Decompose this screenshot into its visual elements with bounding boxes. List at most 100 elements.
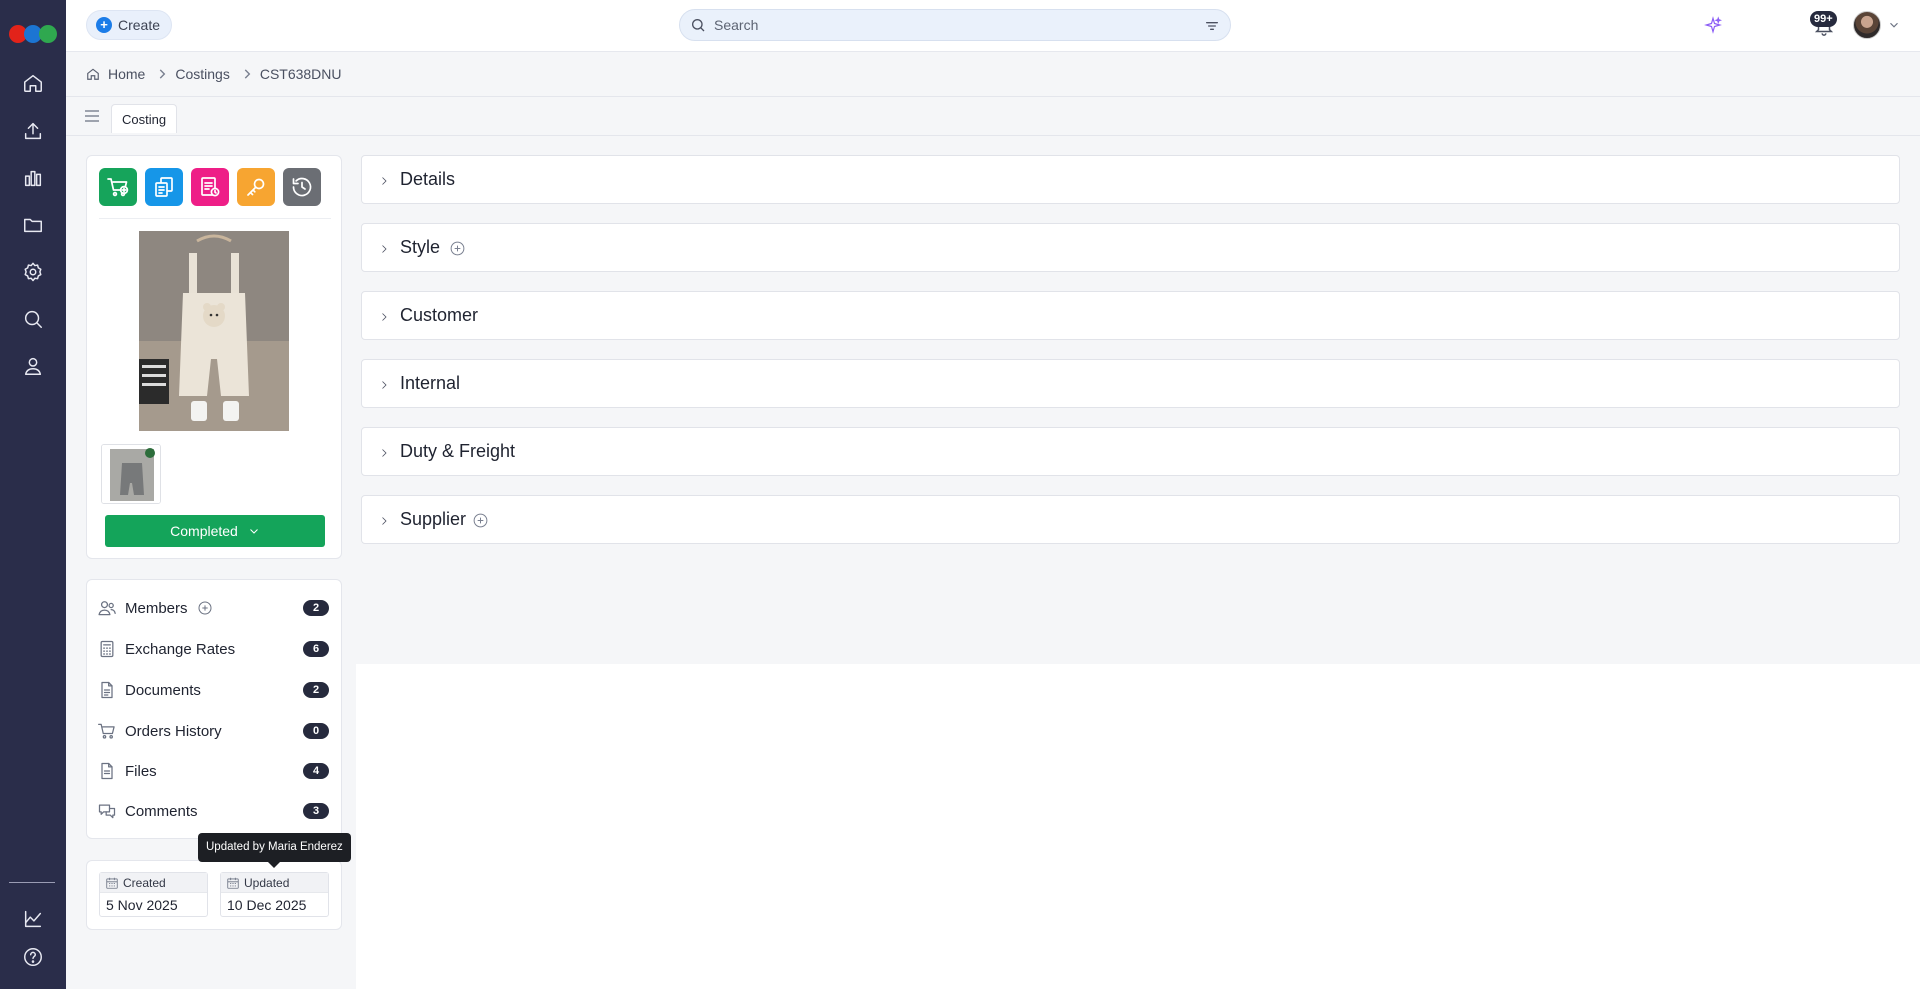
section-label: Supplier <box>400 509 467 529</box>
upload-icon[interactable] <box>18 116 48 146</box>
tab-costing[interactable]: Costing <box>111 104 178 133</box>
chevron-right-icon <box>378 514 390 526</box>
calendar-icon <box>227 877 239 889</box>
nav-documents[interactable]: Documents 2 <box>87 670 341 710</box>
search-icon[interactable] <box>18 304 48 334</box>
comments-icon <box>97 801 117 821</box>
nav-label: Orders History <box>125 722 222 740</box>
divider <box>99 218 331 219</box>
count-badge: 0 <box>303 723 329 739</box>
left-rail <box>0 0 66 989</box>
chevron-right-icon <box>378 310 390 322</box>
nav-orders-history[interactable]: Orders History 0 <box>87 711 341 751</box>
create-button[interactable]: + Create <box>86 10 173 40</box>
top-bar: + Create 99+ <box>66 0 1920 52</box>
section-label: Customer <box>400 305 479 325</box>
section-label: Style <box>400 237 441 257</box>
updated-value: 10 Dec 2025 <box>227 897 307 913</box>
section-customer[interactable]: Customer <box>361 291 1900 340</box>
add-style-icon[interactable] <box>449 240 466 257</box>
chevron-right-icon <box>378 174 390 186</box>
chevron-down-icon <box>249 529 258 534</box>
home-icon[interactable] <box>86 67 100 81</box>
count-badge: 6 <box>303 641 329 657</box>
report-icon[interactable] <box>191 168 229 206</box>
status-dropdown[interactable]: Completed <box>105 515 325 547</box>
gear-icon[interactable] <box>18 257 48 287</box>
count-badge: 2 <box>303 682 329 698</box>
bar-chart-icon[interactable] <box>18 163 48 193</box>
section-duty-freight[interactable]: Duty & Freight <box>361 427 1900 476</box>
nav-label: Documents <box>125 681 201 699</box>
chevron-down-icon[interactable] <box>1887 18 1901 32</box>
help-icon[interactable] <box>18 942 48 972</box>
ai-sparkle-icon[interactable] <box>1704 16 1722 34</box>
add-supplier-icon[interactable] <box>472 512 489 529</box>
section-style[interactable]: Style <box>361 223 1900 272</box>
status-label: Completed <box>170 523 238 539</box>
user-icon[interactable] <box>18 351 48 381</box>
cart-icon <box>97 721 117 741</box>
users-icon <box>97 598 117 618</box>
item-summary-card: Completed <box>86 155 342 559</box>
nav-files[interactable]: Files 4 <box>87 751 341 791</box>
chevron-right-icon <box>378 378 390 390</box>
breadcrumb-current: CST638DNU <box>259 66 342 82</box>
photo-thumbnail[interactable] <box>101 444 161 504</box>
tab-bar: Costing <box>66 97 1920 136</box>
nav-label: Exchange Rates <box>125 640 236 658</box>
created-date: Created 5 Nov 2025 <box>99 872 208 917</box>
filter-icon[interactable] <box>1204 18 1220 34</box>
analytics-icon[interactable] <box>18 904 48 934</box>
create-label: Create <box>118 17 161 33</box>
file-icon <box>97 761 117 781</box>
section-internal[interactable]: Internal <box>361 359 1900 408</box>
copy-documents-icon[interactable] <box>145 168 183 206</box>
content-area <box>356 664 1920 989</box>
search-icon <box>692 19 705 32</box>
product-photo[interactable] <box>139 231 289 431</box>
dates-card: Created 5 Nov 2025 Updated 10 Dec 2025 <box>86 860 342 930</box>
nav-label: Comments <box>125 802 198 820</box>
calculator-icon <box>97 639 117 659</box>
chevron-right-icon <box>378 446 390 458</box>
home-icon[interactable] <box>18 68 48 98</box>
cart-add-icon[interactable] <box>99 168 137 206</box>
history-icon[interactable] <box>283 168 321 206</box>
add-member-icon[interactable] <box>197 600 213 616</box>
section-details[interactable]: Details <box>361 155 1900 204</box>
calendar-icon <box>106 877 118 889</box>
hamburger-menu-icon[interactable] <box>84 109 100 123</box>
updated-by-tooltip: Updated by Maria Enderez <box>198 833 351 868</box>
chevron-right-icon <box>244 69 251 79</box>
related-items-nav: Members 2 Exchange Rates 6 Documents 2 O… <box>86 579 342 839</box>
nav-exchange-rates[interactable]: Exchange Rates 6 <box>87 629 341 669</box>
app-logo[interactable] <box>7 23 59 45</box>
nav-comments[interactable]: Comments 3 <box>87 791 341 831</box>
breadcrumb-home[interactable]: Home <box>108 66 145 82</box>
key-icon[interactable] <box>237 168 275 206</box>
breadcrumb: Home Costings CST638DNU <box>66 52 1920 97</box>
breadcrumb-costings[interactable]: Costings <box>175 66 229 82</box>
updated-label: Updated <box>244 875 290 890</box>
created-value: 5 Nov 2025 <box>106 897 178 913</box>
search-input[interactable] <box>714 17 1194 33</box>
rail-divider <box>9 882 55 883</box>
created-label: Created <box>123 875 166 890</box>
count-badge: 2 <box>303 600 329 616</box>
notifications-badge: 99+ <box>1810 11 1837 27</box>
search-bar <box>679 9 1231 41</box>
section-label: Duty & Freight <box>400 441 516 461</box>
chevron-right-icon <box>378 242 390 254</box>
nav-label: Members <box>125 599 188 617</box>
section-label: Internal <box>400 373 461 393</box>
updated-date[interactable]: Updated 10 Dec 2025 <box>220 872 329 917</box>
plus-icon: + <box>96 17 112 33</box>
section-label: Details <box>400 169 456 189</box>
chevron-right-icon <box>160 69 166 79</box>
nav-members[interactable]: Members 2 <box>87 588 341 628</box>
section-supplier[interactable]: Supplier <box>361 495 1900 544</box>
folder-icon[interactable] <box>18 210 48 240</box>
avatar[interactable] <box>1853 11 1881 39</box>
count-badge: 4 <box>303 763 329 779</box>
